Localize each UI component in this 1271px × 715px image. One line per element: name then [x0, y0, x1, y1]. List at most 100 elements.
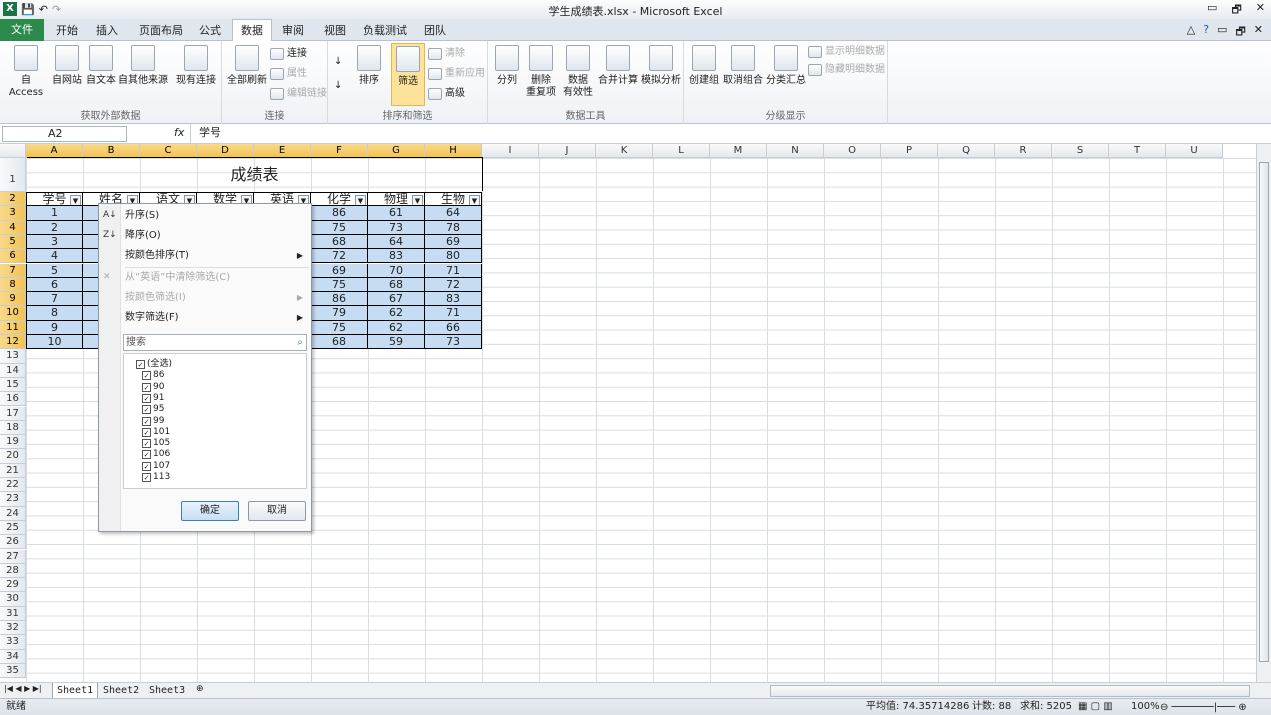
column-header-n[interactable]: N [767, 144, 824, 158]
help-icon[interactable]: ? [1203, 23, 1209, 42]
table-cell-f11[interactable]: 75 [311, 320, 368, 335]
table-title[interactable]: 成绩表 [27, 157, 483, 191]
column-header-a[interactable]: A [26, 144, 83, 158]
table-cell-h11[interactable]: 66 [425, 320, 482, 335]
row-header-20[interactable]: 20 [0, 449, 26, 464]
function-icon[interactable]: fx [174, 126, 184, 139]
table-cell-g7[interactable]: 70 [368, 263, 425, 278]
column-header-d[interactable]: D [197, 144, 254, 158]
header-cell-f[interactable]: 化学 ▼ [311, 192, 368, 207]
tab-insert[interactable]: 插入 [92, 22, 122, 41]
table-cell-g3[interactable]: 61 [368, 206, 425, 221]
filter-value-item[interactable]: ✓ 107 [142, 461, 170, 472]
filter-dropdown-icon[interactable]: ▼ [469, 195, 480, 206]
table-cell-g5[interactable]: 64 [368, 234, 425, 250]
table-cell-h9[interactable]: 83 [425, 292, 482, 307]
filter-value-item[interactable]: ✓ 106 [142, 449, 170, 460]
row-header-33[interactable]: 33 [0, 635, 26, 650]
table-cell-g11[interactable]: 62 [368, 320, 425, 335]
row-header-4[interactable]: 4 [0, 220, 26, 235]
column-header-e[interactable]: E [254, 144, 311, 158]
tab-home[interactable]: 开始 [52, 22, 82, 41]
header-cell-a[interactable]: 学号 ▼ [26, 192, 83, 207]
row-header-9[interactable]: 9 [0, 292, 26, 307]
vertical-scrollbar[interactable] [1256, 144, 1271, 682]
column-header-p[interactable]: P [881, 144, 938, 158]
table-cell-f7[interactable]: 69 [311, 263, 368, 278]
column-header-r[interactable]: R [995, 144, 1052, 158]
table-cell-a3[interactable]: 1 [26, 206, 83, 221]
table-cell-f4[interactable]: 75 [311, 220, 368, 235]
menu-number-filters[interactable]: 数字筛选(F) ▶ [125, 309, 307, 327]
show-detail-button[interactable]: 显示明细数据 [808, 43, 885, 61]
from-access-button[interactable]: 自 Access [4, 45, 48, 99]
reapply-button[interactable]: 重新应用 [428, 65, 485, 83]
table-cell-a4[interactable]: 2 [26, 220, 83, 235]
row-header-16[interactable]: 16 [0, 392, 26, 407]
row-header-14[interactable]: 14 [0, 363, 26, 378]
tab-page-layout[interactable]: 页面布局 [134, 22, 188, 41]
filter-dropdown-icon[interactable]: ▼ [412, 195, 423, 206]
checkbox-checked-icon[interactable]: ✓ [142, 371, 151, 381]
row-header-32[interactable]: 32 [0, 621, 26, 636]
column-header-k[interactable]: K [596, 144, 653, 158]
column-header-q[interactable]: Q [938, 144, 995, 158]
table-cell-f12[interactable]: 68 [311, 335, 368, 350]
select-all-corner[interactable] [0, 144, 26, 158]
column-header-f[interactable]: F [311, 144, 368, 158]
workbook-restore-icon[interactable]: 🗗 [1235, 23, 1245, 42]
edit-links-button[interactable]: 编辑链接 [270, 85, 327, 103]
filter-value-item[interactable]: ✓ 105 [142, 438, 170, 449]
cancel-button[interactable]: 取消 [248, 501, 306, 521]
what-if-analysis-button[interactable]: 模拟分析 [640, 45, 682, 87]
row-header-31[interactable]: 31 [0, 606, 26, 621]
menu-filter-by-color[interactable]: 按颜色筛选(I) ▶ [125, 289, 307, 307]
filter-dropdown-icon[interactable]: ▼ [70, 195, 81, 206]
column-header-m[interactable]: M [710, 144, 767, 158]
row-header-21[interactable]: 21 [0, 463, 26, 478]
table-cell-a8[interactable]: 6 [26, 277, 83, 293]
from-text-button[interactable]: 自文本 [86, 45, 116, 87]
clear-button[interactable]: 清除 [428, 45, 465, 63]
row-header-13[interactable]: 13 [0, 349, 26, 364]
filter-value-item[interactable]: ✓ 90 [142, 382, 164, 393]
table-cell-a9[interactable]: 7 [26, 292, 83, 307]
table-cell-g6[interactable]: 83 [368, 249, 425, 264]
row-header-1[interactable]: 1 [0, 158, 26, 192]
horizontal-scrollbar[interactable] [770, 685, 1250, 697]
tab-view[interactable]: 视图 [320, 22, 350, 41]
table-cell-h12[interactable]: 73 [425, 335, 482, 350]
sheet-tab-1[interactable]: Sheet1 [52, 683, 99, 699]
row-header-3[interactable]: 3 [0, 206, 26, 221]
row-header-5[interactable]: 5 [0, 234, 26, 250]
row-header-22[interactable]: 22 [0, 478, 26, 493]
table-cell-h3[interactable]: 64 [425, 206, 482, 221]
advanced-button[interactable]: 高级 [428, 85, 465, 103]
table-cell-g9[interactable]: 67 [368, 292, 425, 307]
tab-load-test[interactable]: 负载测试 [358, 22, 412, 41]
tab-team[interactable]: 团队 [420, 22, 450, 41]
sort-button[interactable]: 排序 [354, 45, 384, 87]
checkbox-checked-icon[interactable]: ✓ [142, 427, 151, 437]
filter-value-item[interactable]: ✓ 113 [142, 472, 170, 483]
row-header-34[interactable]: 34 [0, 649, 26, 664]
checkbox-checked-icon[interactable]: ✓ [142, 461, 151, 471]
column-header-o[interactable]: O [824, 144, 881, 158]
menu-sort-ascending[interactable]: 升序(S) [125, 207, 307, 225]
filter-dropdown-icon[interactable]: ▼ [355, 195, 366, 206]
table-cell-g4[interactable]: 73 [368, 220, 425, 235]
table-cell-a11[interactable]: 9 [26, 320, 83, 335]
sheet-tab-3[interactable]: Sheet3 [145, 683, 189, 699]
menu-clear-filter[interactable]: 从“英语”中清除筛选(C) [125, 269, 307, 287]
filter-value-item[interactable]: ✓ 91 [142, 393, 164, 404]
checkbox-checked-icon[interactable]: ✓ [136, 360, 145, 369]
table-cell-g12[interactable]: 59 [368, 335, 425, 350]
new-sheet-icon[interactable]: ⊕ [196, 684, 204, 694]
table-cell-h8[interactable]: 72 [425, 277, 482, 293]
close-button[interactable]: ✕ [1256, 1, 1265, 20]
checkbox-checked-icon[interactable]: ✓ [142, 473, 151, 482]
table-cell-f6[interactable]: 72 [311, 249, 368, 264]
text-to-columns-button[interactable]: 分列 [492, 45, 522, 87]
row-header-17[interactable]: 17 [0, 406, 26, 421]
tab-data[interactable]: 数据 [232, 19, 272, 42]
